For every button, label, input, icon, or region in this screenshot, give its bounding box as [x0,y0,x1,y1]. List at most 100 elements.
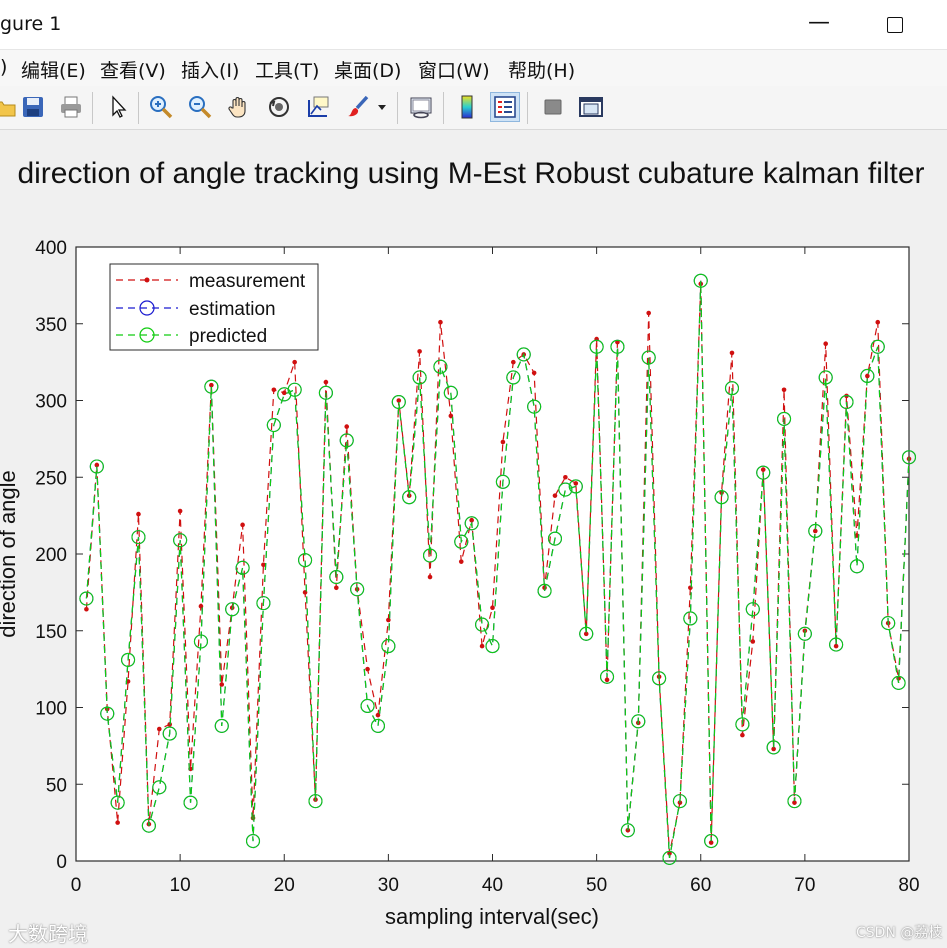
data-point-measurement [688,585,693,591]
zoom-out-button[interactable] [185,92,215,122]
minimize-icon: — [808,10,830,35]
zoom-in-icon [150,96,173,119]
data-point-measurement [781,387,787,393]
y-tick-label: 0 [56,852,67,873]
figure-toolbar [0,86,947,130]
open-file-button[interactable] [0,92,20,122]
y-tick-label: 50 [46,775,67,796]
brush-dropdown-button[interactable] [374,92,390,122]
menu-help[interactable]: 帮助(H) [508,56,575,83]
window-title: gure 1 [0,13,62,35]
data-point-measurement [292,359,297,365]
data-point-measurement [604,677,610,683]
insert-legend-button[interactable] [490,92,520,122]
print-button[interactable] [56,92,86,122]
data-point-measurement [500,439,506,445]
hide-plot-tools-button[interactable] [538,92,568,122]
legend-icon [494,96,516,118]
data-point-measurement [490,605,495,611]
data-point-measurement [865,373,870,379]
data-point-measurement [115,820,120,825]
x-tick-label: 60 [690,875,711,896]
y-tick-label: 200 [35,545,67,566]
pan-hand-icon [228,97,246,118]
y-tick-label: 100 [35,699,67,720]
data-point-measurement [344,424,350,429]
rotate-3d-button[interactable] [264,92,294,122]
data-point-measurement [479,643,485,649]
maximize-icon [887,17,903,33]
menu-insert[interactable]: 插入(I) [181,56,239,83]
menu-view[interactable]: 查看(V) [100,56,166,83]
dropdown-arrow-icon [378,105,386,110]
y-tick-label: 400 [35,238,67,259]
toolbar-separator [92,92,93,124]
legend-label-measurement: measurement [189,271,306,292]
data-point-measurement [386,617,391,623]
menu-edit[interactable]: 编辑(E) [21,56,86,83]
zoom-out-icon [189,96,212,119]
brush-button[interactable] [343,92,373,122]
data-point-measurement [427,574,433,580]
colorbar-icon [461,95,473,119]
brush-icon [348,95,369,117]
data-point-measurement [531,370,537,376]
menu-file-partial[interactable]: ) [0,56,7,78]
x-tick-label: 40 [482,875,503,896]
y-tick-label: 300 [35,392,67,413]
data-point-measurement [833,643,839,649]
y-tick-label: 150 [35,622,67,643]
pan-button[interactable] [224,92,254,122]
x-tick-label: 20 [274,875,295,896]
data-point-measurement [157,726,162,732]
x-tick-label: 10 [170,875,191,896]
print-icon [61,96,81,118]
insert-colorbar-button[interactable] [452,92,482,122]
hide-plot-tools-icon [544,99,562,115]
maximize-button[interactable] [860,0,930,50]
data-point-measurement [552,493,558,498]
show-plot-tools-button[interactable] [576,92,606,122]
menu-window[interactable]: 窗口(W) [418,56,490,83]
watermark-right: CSDN @荔枝 [856,925,943,941]
data-point-measurement [573,481,579,486]
window-titlebar: gure 1 — [0,0,947,50]
link-plot-button[interactable] [406,92,436,122]
chart-title: direction of angle tracking using M-Est … [17,157,924,190]
minimize-button[interactable]: — [784,0,854,50]
link-plot-icon [410,97,432,119]
select-tool-button[interactable] [103,92,133,122]
data-point-measurement [240,522,245,528]
menu-bar: ) 编辑(E) 查看(V) 插入(I) 工具(T) 桌面(D) 窗口(W) 帮助… [0,50,947,86]
legend-label-predicted: predicted [189,326,267,347]
save-button[interactable] [18,92,48,122]
x-axis-label: sampling interval(sec) [385,904,599,929]
toolbar-separator [443,92,444,124]
data-point-measurement [511,359,516,365]
data-point-measurement [469,517,474,523]
menu-tools[interactable]: 工具(T) [255,56,319,83]
legend-marker-measurement [144,277,150,283]
legend-label-estimation: estimation [189,299,276,320]
data-point-measurement [365,666,370,672]
x-tick-label: 50 [586,875,607,896]
data-point-measurement [438,319,443,325]
toolbar-separator [138,92,139,124]
menu-desktop[interactable]: 桌面(D) [334,56,401,83]
legend[interactable]: measurement estimation predicted [109,263,319,351]
data-point-measurement [740,732,745,738]
save-icon [23,97,43,117]
zoom-in-button[interactable] [146,92,176,122]
data-cursor-icon [308,96,329,117]
data-point-measurement [646,310,651,316]
data-point-measurement [417,349,422,354]
data-point-measurement [177,508,183,514]
x-tick-label: 0 [71,875,82,896]
rotate-3d-icon [269,97,289,117]
x-tick-label: 80 [898,875,919,896]
data-point-measurement [875,319,881,325]
data-point-measurement [458,559,464,564]
data-cursor-button[interactable] [303,92,333,122]
data-point-measurement [219,682,225,687]
x-tick-label: 70 [794,875,815,896]
